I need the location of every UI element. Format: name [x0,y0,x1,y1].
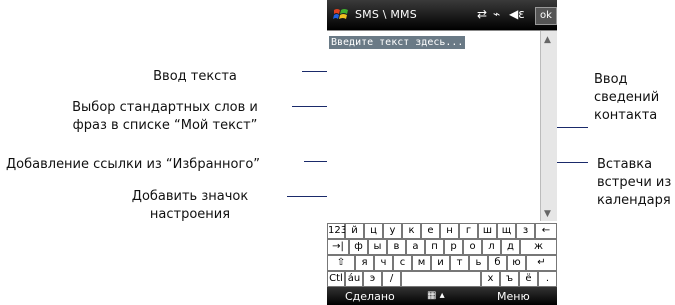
keyboard-row-2: →| ф ы в а п р о л д ж [327,239,557,255]
message-edit-area[interactable]: Введите текст здесь... ▲ ▼ [327,30,557,255]
key[interactable]: и [431,255,450,271]
label-standard-words-2: фраз в списке “Мой текст” [72,118,258,133]
keyboard-row-3: ⇧ я ч с м и т ь б ю ↵ [327,255,557,271]
key[interactable]: ш [478,223,497,239]
space-key[interactable] [401,271,481,287]
key[interactable]: с [393,255,412,271]
accent-key[interactable]: áu [345,271,363,287]
scroll-down-icon[interactable]: ▼ [544,209,551,219]
label-calendar-3: календаря [597,193,671,208]
key[interactable]: о [463,239,482,255]
vertical-scrollbar[interactable]: ▲ ▼ [540,31,557,221]
key[interactable]: у [383,223,402,239]
label-mood-icon-1: Добавить значок [131,189,249,204]
key[interactable]: р [444,239,463,255]
key[interactable]: б [488,255,507,271]
key[interactable]: ч [374,255,393,271]
key[interactable]: ю [507,255,526,271]
key[interactable]: п [425,239,444,255]
key[interactable]: ц [364,223,383,239]
backspace-key[interactable]: ← [535,223,557,239]
connectivity-icon: ⇄ [477,7,488,21]
key[interactable]: я [355,255,374,271]
shift-key[interactable]: ⇧ [327,255,355,271]
keyboard-row-1: 123 й ц у к е н г ш щ з ← [327,223,557,239]
label-contact-2: сведений [594,90,660,105]
key[interactable]: з [516,223,535,239]
key[interactable]: ъ [500,271,519,287]
done-softkey[interactable]: Сделано [345,290,395,303]
softkey-bar: Сделано ▦ ▴ Меню [327,287,557,305]
windows-start-icon[interactable] [333,7,349,23]
key-123[interactable]: 123 [327,223,347,239]
key[interactable]: ё [519,271,538,287]
ctl-key[interactable]: Ctl [327,271,345,287]
key[interactable]: / [382,271,401,287]
device-screen: SMS \ MMS ⇄ ⌁ ◀ε ok Введите текст здесь.… [327,0,557,305]
key[interactable]: д [501,239,520,255]
label-contact-3: контакта [594,108,658,123]
keyboard-row-4: Ctl áu э / х ъ ё . [327,271,557,287]
ok-button[interactable]: ok [535,7,557,25]
key[interactable]: х [481,271,500,287]
input-panel-icon[interactable]: ▦ ▴ [427,290,445,301]
key[interactable]: к [402,223,421,239]
menu-softkey[interactable]: Меню [497,290,530,303]
key[interactable]: э [363,271,382,287]
key[interactable]: е [421,223,440,239]
volume-icon[interactable]: ◀ε [509,7,525,21]
key[interactable]: г [459,223,478,239]
key[interactable]: . [538,271,557,287]
scroll-up-icon[interactable]: ▲ [544,35,551,45]
label-contact-1: Ввод [594,72,628,87]
signal-icon: ⌁ [493,7,501,21]
message-placeholder: Введите текст здесь... [329,36,466,49]
label-add-favorites: Добавление ссылки из “Избранного” [6,157,261,172]
label-standard-words-1: Выбор стандартных слов и [72,100,258,115]
label-calendar-1: Вставка [597,157,653,172]
tab-key[interactable]: →| [327,239,349,255]
key[interactable]: ж [520,239,557,255]
enter-key[interactable]: ↵ [526,255,557,271]
key[interactable]: щ [497,223,516,239]
key[interactable]: й [345,223,364,239]
label-calendar-2: встречи из [597,175,672,190]
key[interactable]: л [482,239,501,255]
key[interactable]: т [450,255,469,271]
app-title: SMS \ MMS [355,8,417,21]
key[interactable]: м [412,255,431,271]
title-bar: SMS \ MMS ⇄ ⌁ ◀ε ok [327,0,557,30]
key[interactable]: ф [349,239,368,255]
key[interactable]: ь [469,255,488,271]
key[interactable]: в [387,239,406,255]
key[interactable]: ы [368,239,387,255]
on-screen-keyboard: 123 й ц у к е н г ш щ з ← →| ф ы в а п р… [327,223,557,287]
label-text-input: Ввод текста [153,69,237,84]
label-mood-icon-2: настроения [149,207,231,222]
key[interactable]: а [406,239,425,255]
key[interactable]: н [440,223,459,239]
